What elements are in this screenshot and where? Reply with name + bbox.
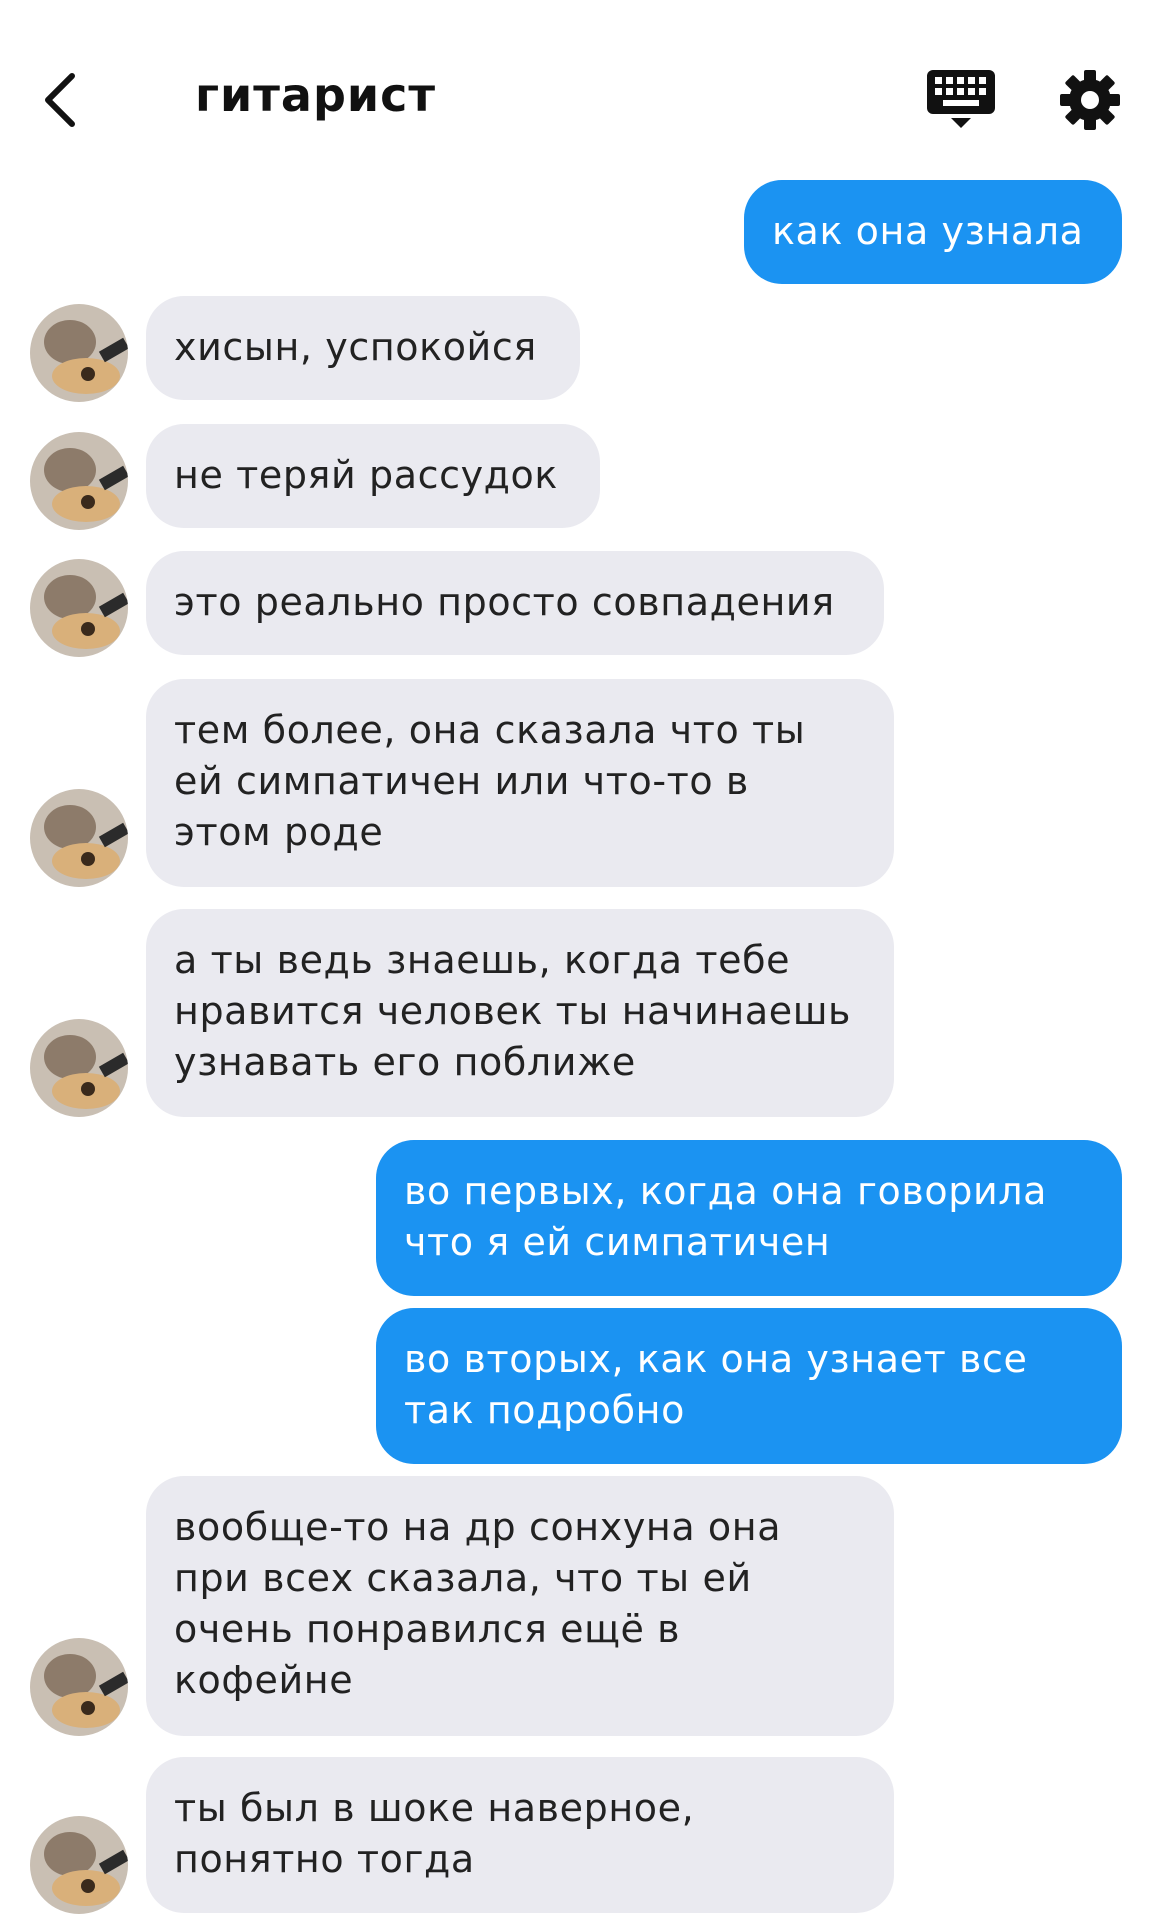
contact-avatar[interactable] (30, 789, 128, 887)
chevron-left-icon (45, 73, 75, 127)
contact-avatar[interactable] (30, 432, 128, 530)
incoming-message[interactable]: а ты ведь знаешь, когда тебе нравится че… (146, 909, 894, 1117)
contact-avatar[interactable] (30, 304, 128, 402)
keyboard-button[interactable] (925, 68, 997, 130)
settings-button[interactable] (1058, 68, 1122, 132)
outgoing-message[interactable]: во вторых, как она узнает все так подроб… (376, 1308, 1122, 1464)
contact-avatar[interactable] (30, 1638, 128, 1736)
incoming-message[interactable]: это реально просто совпадения (146, 551, 884, 655)
contact-avatar[interactable] (30, 1816, 128, 1914)
incoming-message[interactable]: ты был в шоке наверное, понятно тогда (146, 1757, 894, 1913)
contact-avatar[interactable] (30, 1019, 128, 1117)
incoming-message[interactable]: тем более, она сказала что ты ей симпати… (146, 679, 894, 887)
back-button[interactable] (30, 60, 90, 140)
incoming-message[interactable]: вообще-то на др сонхуна она при всех ска… (146, 1476, 894, 1736)
incoming-message[interactable]: хисын, успокойся (146, 296, 580, 400)
incoming-message[interactable]: не теряй рассудок (146, 424, 600, 528)
gear-icon (1060, 70, 1120, 130)
contact-avatar[interactable] (30, 559, 128, 657)
outgoing-message[interactable]: во первых, когда она говорила что я ей с… (376, 1140, 1122, 1296)
chat-header: гитарист (0, 0, 1156, 180)
keyboard-icon (927, 70, 995, 128)
outgoing-message[interactable]: как она узнала (744, 180, 1122, 284)
chat-title[interactable]: гитарист (195, 68, 436, 122)
